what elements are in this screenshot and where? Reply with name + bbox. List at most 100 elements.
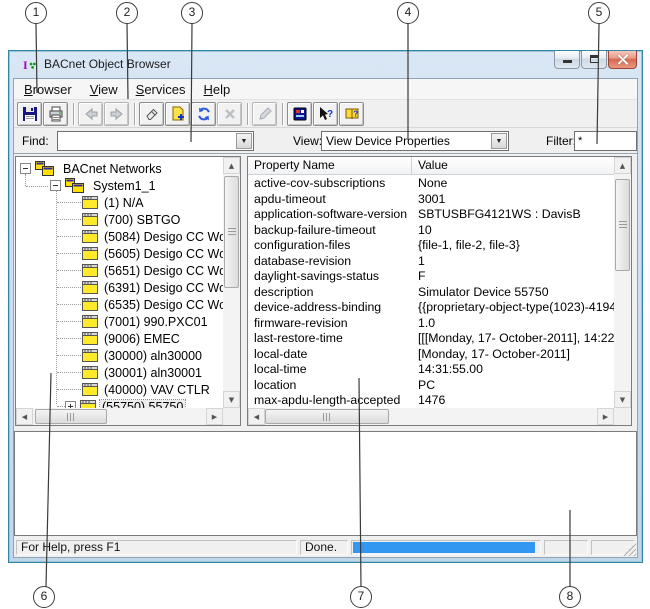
save-button[interactable] (17, 102, 42, 126)
tree-item-label: (55750) 55750 (100, 400, 185, 409)
menu-item-services[interactable]: Services (127, 80, 195, 99)
property-name: backup-failure-timeout (248, 223, 412, 239)
close-button[interactable] (608, 51, 637, 69)
property-row[interactable]: application-software-versionSBTUSBFG4121… (248, 207, 614, 223)
property-row[interactable]: local-date[Monday, 17- October-2011] (248, 347, 614, 363)
device-icon (82, 383, 98, 396)
chevron-down-icon[interactable]: ▼ (491, 133, 507, 149)
device-info-button[interactable] (287, 102, 312, 126)
scroll-left-icon[interactable]: ◀ (16, 408, 33, 425)
device-icon (82, 247, 98, 260)
scroll-up-icon[interactable]: ▲ (223, 157, 240, 174)
tree-item[interactable]: (6391) Desigo CC Wo (16, 279, 223, 296)
erase-button[interactable] (139, 102, 164, 126)
property-row[interactable]: backup-failure-timeout10 (248, 223, 614, 239)
tree-item[interactable]: (55750) 55750 (16, 398, 223, 408)
tree-horizontal-scrollbar[interactable]: ◀ ▶ (16, 408, 223, 425)
output-pane (14, 431, 637, 536)
edit-button[interactable] (252, 102, 277, 126)
scroll-right-icon[interactable]: ▶ (206, 408, 223, 425)
screenshot-canvas: 1 2 3 4 5 6 7 8 I BACnet Object Browser … (0, 0, 650, 609)
device-icon (82, 213, 98, 226)
property-value: 1476 (412, 393, 614, 408)
tree-item-label: (6391) Desigo CC Wo (102, 281, 223, 295)
tree-item[interactable]: (1) N/A (16, 194, 223, 211)
scroll-left-icon[interactable]: ◀ (248, 408, 265, 425)
minimize-icon (563, 60, 572, 63)
property-row[interactable]: last-restore-time[[[Monday, 17- October-… (248, 331, 614, 347)
property-row[interactable]: configuration-files{file-1, file-2, file… (248, 238, 614, 254)
chevron-down-icon[interactable]: ▼ (236, 133, 252, 149)
tree-item[interactable]: (5651) Desigo CC Wo (16, 262, 223, 279)
scroll-up-icon[interactable]: ▲ (614, 157, 631, 174)
forward-button[interactable] (104, 102, 129, 126)
scroll-down-icon[interactable]: ▼ (614, 391, 631, 408)
erase-icon (144, 106, 160, 122)
property-row[interactable]: database-revision1 (248, 254, 614, 270)
property-name: active-cov-subscriptions (248, 176, 412, 192)
property-row[interactable]: device-address-binding{{proprietary-obje… (248, 300, 614, 316)
filter-label: Filter: (546, 134, 576, 148)
collapse-minus-icon[interactable] (20, 163, 31, 174)
property-row[interactable]: firmware-revision1.0 (248, 316, 614, 332)
delete-button[interactable] (217, 102, 242, 126)
print-button[interactable] (43, 102, 68, 126)
tree-item[interactable]: (6535) Desigo CC Wo (16, 296, 223, 313)
tree-item[interactable]: System1_1 (16, 177, 223, 194)
refresh-button[interactable] (191, 102, 216, 126)
filter-input[interactable] (574, 131, 637, 151)
menu-item-view[interactable]: View (81, 80, 127, 99)
view-combobox[interactable]: View Device Properties ▼ (321, 131, 509, 151)
help-button[interactable]: ? (339, 102, 364, 126)
expand-plus-icon[interactable] (65, 401, 76, 408)
property-row[interactable]: max-apdu-length-accepted1476 (248, 393, 614, 408)
tree-item[interactable]: (5084) Desigo CC Wo (16, 228, 223, 245)
tree-item[interactable]: (700) SBTGO (16, 211, 223, 228)
resize-grip[interactable] (623, 543, 636, 556)
context-help-button[interactable]: ? (313, 102, 338, 126)
properties-horizontal-scrollbar[interactable]: ◀ ▶ (248, 408, 614, 425)
menu-item-browser[interactable]: Browser (15, 80, 81, 99)
back-button[interactable] (78, 102, 103, 126)
properties-vertical-scrollbar[interactable]: ▲ ▼ (614, 157, 631, 408)
column-header-value[interactable]: Value (412, 157, 614, 174)
tree-item[interactable]: (5605) Desigo CC Wo (16, 245, 223, 262)
tree-item-label: (1) N/A (102, 196, 146, 210)
menu-item-help[interactable]: Help (195, 80, 240, 99)
tree-item[interactable]: BACnet Networks (16, 160, 223, 177)
property-row[interactable]: apdu-timeout3001 (248, 192, 614, 208)
tree-item[interactable]: (30001) aln30001 (16, 364, 223, 381)
column-header-property-name[interactable]: Property Name (248, 157, 412, 174)
scroll-right-icon[interactable]: ▶ (597, 408, 614, 425)
find-combobox[interactable]: ▼ (57, 131, 254, 151)
minimize-button[interactable] (554, 51, 580, 69)
callout-8: 8 (559, 586, 581, 608)
tree-item[interactable]: (30000) aln30000 (16, 347, 223, 364)
scroll-down-icon[interactable]: ▼ (223, 391, 240, 408)
property-row[interactable]: descriptionSimulator Device 55750 (248, 285, 614, 301)
tree-item[interactable]: (7001) 990.PXC01 (16, 313, 223, 330)
property-value: {file-1, file-2, file-3} (412, 238, 614, 254)
toolbar-separator (73, 103, 74, 125)
property-name: application-software-version (248, 207, 412, 223)
device-icon (82, 366, 98, 379)
title-bar[interactable]: I BACnet Object Browser (13, 51, 638, 78)
property-row[interactable]: locationPC (248, 378, 614, 394)
edit-icon (257, 106, 273, 122)
property-row[interactable]: active-cov-subscriptionsNone (248, 176, 614, 192)
property-row[interactable]: local-time14:31:55.00 (248, 362, 614, 378)
back-icon (83, 106, 99, 122)
tree-item-label: (700) SBTGO (102, 213, 182, 227)
maximize-button[interactable] (581, 51, 607, 69)
property-value: {{proprietary-object-type(1023)-4194 (412, 300, 614, 316)
tree-vertical-scrollbar[interactable]: ▲ ▼ (223, 157, 240, 408)
tree-item[interactable]: (9006) EMEC (16, 330, 223, 347)
tree-item-label: (6535) Desigo CC Wo (102, 298, 223, 312)
property-name: configuration-files (248, 238, 412, 254)
property-row[interactable]: daylight-savings-statusF (248, 269, 614, 285)
tree-item[interactable]: (40000) VAV CTLR (16, 381, 223, 398)
find-label: Find: (22, 134, 49, 148)
device-icon (82, 264, 98, 277)
add-object-button[interactable] (165, 102, 190, 126)
collapse-minus-icon[interactable] (50, 180, 61, 191)
